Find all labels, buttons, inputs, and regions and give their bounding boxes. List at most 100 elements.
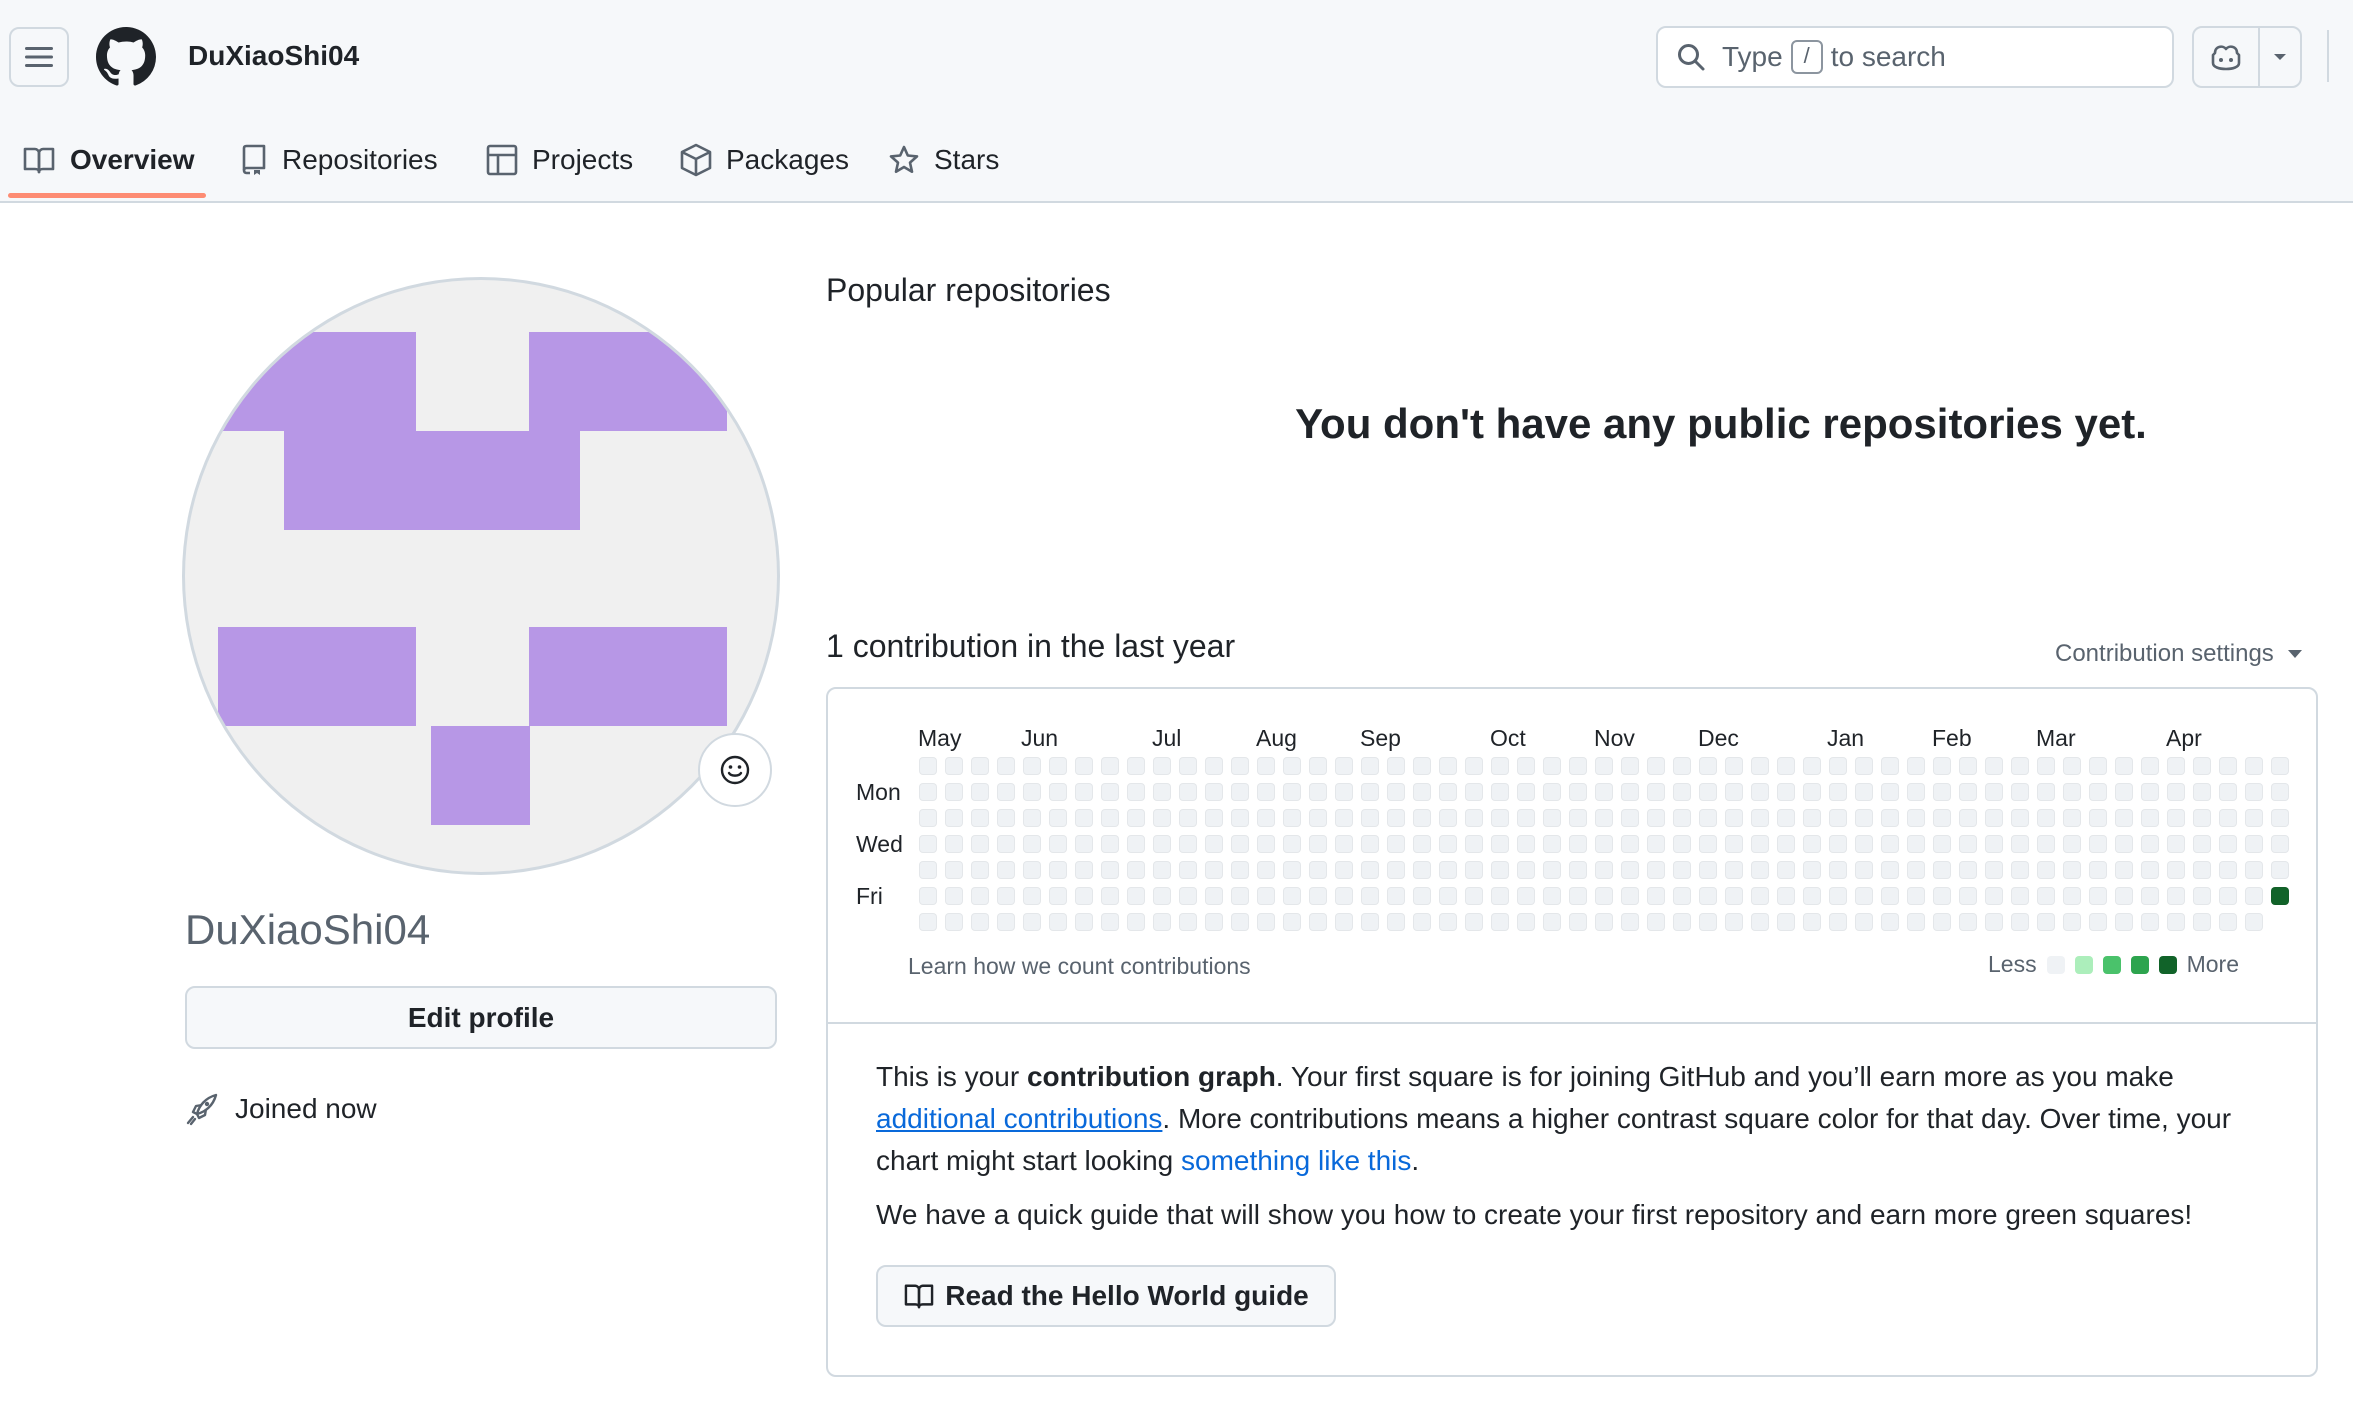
- contribution-day-cell[interactable]: [1829, 861, 1847, 879]
- contribution-day-cell[interactable]: [1647, 757, 1665, 775]
- contribution-day-cell[interactable]: [971, 887, 989, 905]
- tab-stars[interactable]: Stars: [888, 120, 999, 200]
- contribution-day-cell[interactable]: [1439, 861, 1457, 879]
- contribution-day-cell[interactable]: [1777, 809, 1795, 827]
- contribution-day-cell[interactable]: [1153, 861, 1171, 879]
- contribution-day-cell[interactable]: [1543, 809, 1561, 827]
- contribution-day-cell[interactable]: [1127, 887, 1145, 905]
- contribution-day-cell[interactable]: [1231, 887, 1249, 905]
- contribution-day-cell[interactable]: [2167, 835, 2185, 853]
- contribution-day-cell[interactable]: [1465, 783, 1483, 801]
- contribution-day-cell[interactable]: [1725, 887, 1743, 905]
- contribution-day-cell[interactable]: [1517, 835, 1535, 853]
- contribution-day-cell[interactable]: [1933, 835, 1951, 853]
- contribution-day-cell[interactable]: [1023, 887, 1041, 905]
- contribution-day-cell[interactable]: [1023, 861, 1041, 879]
- contribution-day-cell[interactable]: [2271, 835, 2289, 853]
- contribution-day-cell[interactable]: [1023, 913, 1041, 931]
- contribution-day-cell[interactable]: [1153, 887, 1171, 905]
- contribution-day-cell[interactable]: [1361, 913, 1379, 931]
- contribution-day-cell[interactable]: [2011, 887, 2029, 905]
- contribution-day-cell[interactable]: [2063, 783, 2081, 801]
- contribution-day-cell[interactable]: [2167, 887, 2185, 905]
- contribution-day-cell[interactable]: [1517, 757, 1535, 775]
- contribution-day-cell[interactable]: [2219, 809, 2237, 827]
- contribution-day-cell[interactable]: [1673, 809, 1691, 827]
- contribution-day-cell[interactable]: [1569, 783, 1587, 801]
- contribution-day-cell[interactable]: [1569, 835, 1587, 853]
- contribution-day-cell[interactable]: [1959, 913, 1977, 931]
- contribution-day-cell[interactable]: [1829, 757, 1847, 775]
- contribution-day-cell[interactable]: [1127, 835, 1145, 853]
- contribution-day-cell[interactable]: [1387, 757, 1405, 775]
- contribution-day-cell[interactable]: [1335, 835, 1353, 853]
- contribution-day-cell[interactable]: [1023, 809, 1041, 827]
- contribution-day-cell[interactable]: [1309, 835, 1327, 853]
- contribution-day-cell[interactable]: [1309, 783, 1327, 801]
- contribution-day-cell[interactable]: [1725, 757, 1743, 775]
- contribution-day-cell[interactable]: [1725, 913, 1743, 931]
- contribution-day-cell[interactable]: [2245, 809, 2263, 827]
- contribution-day-cell[interactable]: [1101, 887, 1119, 905]
- contribution-day-cell[interactable]: [1205, 757, 1223, 775]
- contribution-day-cell[interactable]: [1283, 887, 1301, 905]
- contribution-day-cell[interactable]: [1699, 783, 1717, 801]
- contribution-day-cell[interactable]: [1699, 887, 1717, 905]
- contribution-day-cell[interactable]: [1491, 835, 1509, 853]
- contribution-day-cell[interactable]: [1647, 861, 1665, 879]
- contribution-day-cell[interactable]: [1205, 809, 1223, 827]
- contribution-day-cell[interactable]: [1335, 887, 1353, 905]
- contribution-day-cell[interactable]: [1829, 913, 1847, 931]
- contribution-day-cell[interactable]: [2089, 835, 2107, 853]
- contribution-day-cell[interactable]: [2245, 757, 2263, 775]
- contribution-day-cell[interactable]: [1465, 809, 1483, 827]
- contribution-day-cell[interactable]: [1231, 835, 1249, 853]
- contribution-day-cell[interactable]: [1465, 887, 1483, 905]
- contribution-day-cell[interactable]: [1959, 783, 1977, 801]
- contribution-day-cell[interactable]: [1517, 913, 1535, 931]
- contribution-day-cell[interactable]: [1985, 783, 2003, 801]
- contribution-day-cell[interactable]: [1049, 809, 1067, 827]
- contribution-day-cell[interactable]: [1231, 783, 1249, 801]
- contribution-day-cell[interactable]: [1725, 861, 1743, 879]
- contribution-day-cell[interactable]: [1309, 757, 1327, 775]
- contribution-day-cell[interactable]: [2115, 783, 2133, 801]
- contribution-day-cell[interactable]: [1257, 835, 1275, 853]
- learn-contributions-link[interactable]: Learn how we count contributions: [908, 953, 1251, 980]
- contribution-day-cell[interactable]: [1101, 835, 1119, 853]
- contribution-day-cell[interactable]: [1543, 835, 1561, 853]
- copilot-button[interactable]: [2194, 28, 2260, 86]
- contribution-day-cell[interactable]: [1855, 913, 1873, 931]
- contribution-day-cell[interactable]: [2167, 861, 2185, 879]
- contribution-day-cell[interactable]: [1205, 887, 1223, 905]
- contribution-day-cell[interactable]: [2115, 809, 2133, 827]
- contribution-day-cell[interactable]: [1465, 861, 1483, 879]
- contribution-day-cell[interactable]: [1023, 757, 1041, 775]
- contribution-day-cell[interactable]: [1699, 913, 1717, 931]
- contribution-day-cell[interactable]: [1335, 757, 1353, 775]
- contribution-day-cell[interactable]: [1621, 835, 1639, 853]
- contribution-day-cell[interactable]: [1907, 861, 1925, 879]
- contribution-day-cell[interactable]: [2115, 757, 2133, 775]
- contribution-day-cell[interactable]: [1777, 887, 1795, 905]
- contribution-day-cell[interactable]: [2219, 783, 2237, 801]
- contribution-day-cell[interactable]: [1751, 913, 1769, 931]
- contribution-day-cell[interactable]: [1543, 783, 1561, 801]
- contribution-day-cell[interactable]: [1283, 809, 1301, 827]
- contribution-day-cell[interactable]: [2037, 835, 2055, 853]
- contribution-day-cell[interactable]: [1361, 809, 1379, 827]
- contribution-day-cell[interactable]: [1855, 887, 1873, 905]
- contribution-day-cell[interactable]: [2141, 835, 2159, 853]
- contribution-day-cell[interactable]: [1491, 783, 1509, 801]
- contribution-day-cell[interactable]: [945, 861, 963, 879]
- contribution-day-cell[interactable]: [919, 913, 937, 931]
- contribution-day-cell[interactable]: [997, 861, 1015, 879]
- contribution-day-cell[interactable]: [2089, 757, 2107, 775]
- contribution-day-cell[interactable]: [945, 887, 963, 905]
- contribution-day-cell[interactable]: [2089, 861, 2107, 879]
- contribution-day-cell[interactable]: [1387, 835, 1405, 853]
- contribution-day-cell[interactable]: [1803, 887, 1821, 905]
- contribution-day-cell[interactable]: [2245, 783, 2263, 801]
- contribution-day-cell[interactable]: [1075, 783, 1093, 801]
- contribution-day-cell[interactable]: [2219, 887, 2237, 905]
